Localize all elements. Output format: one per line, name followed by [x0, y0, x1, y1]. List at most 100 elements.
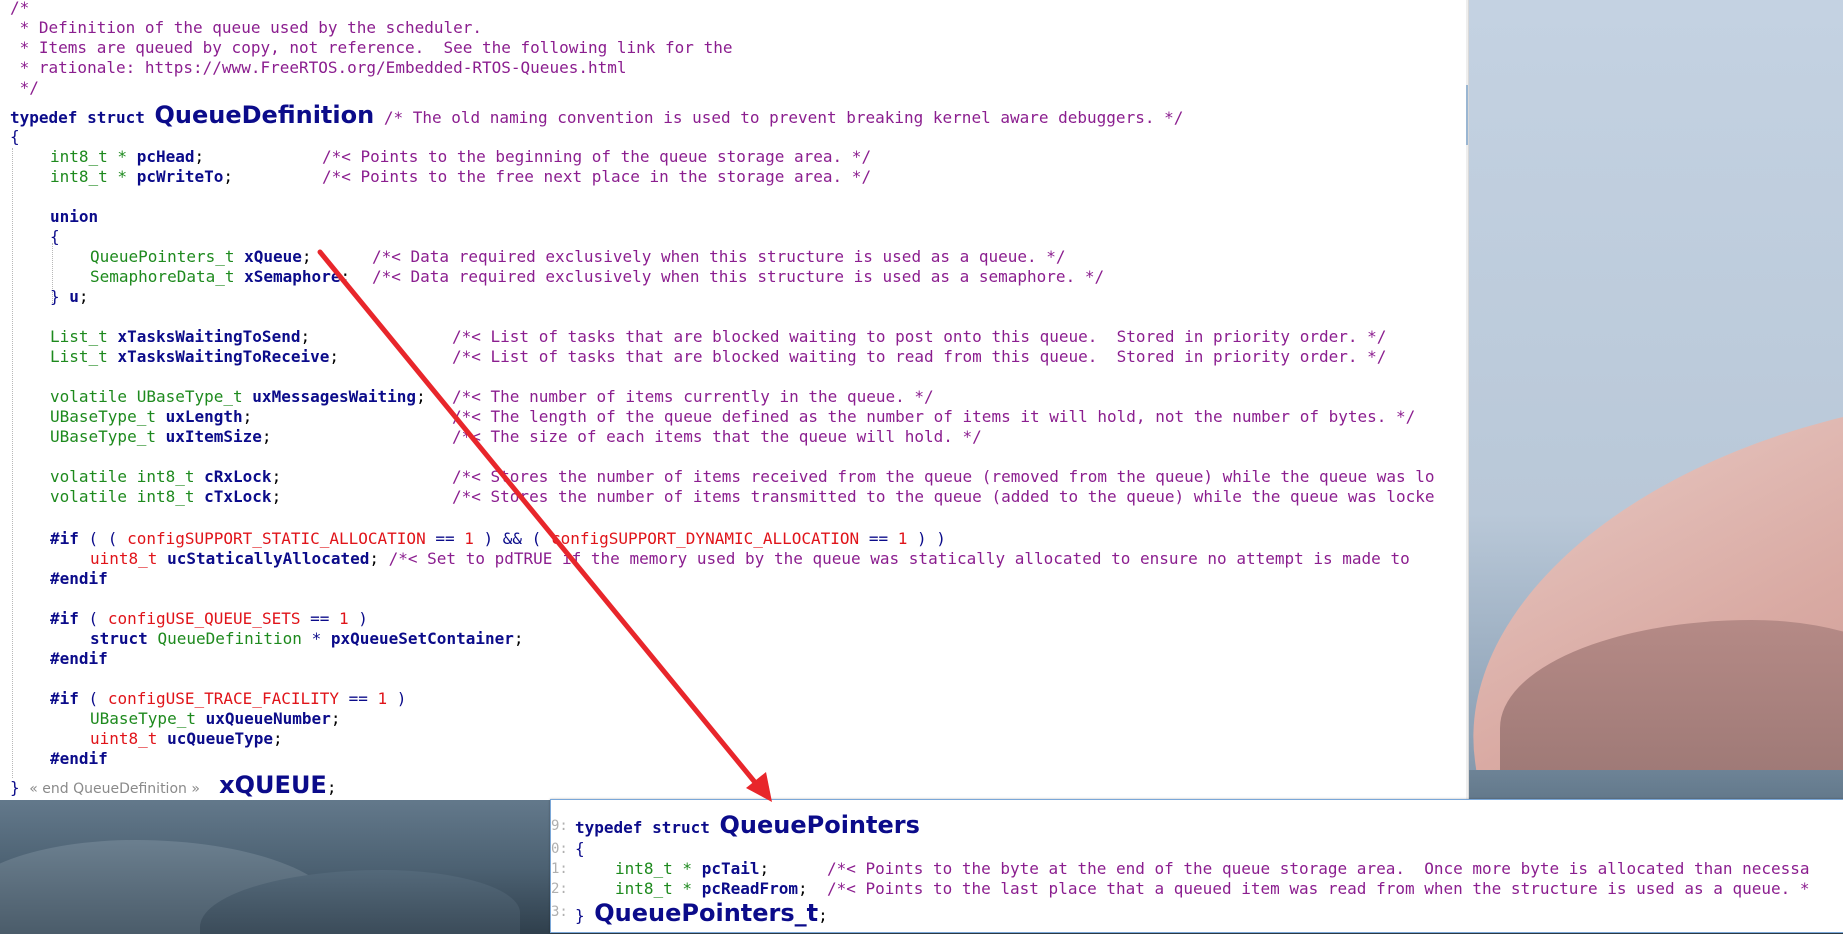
macro-name[interactable]: configSUPPORT_DYNAMIC_ALLOCATION [551, 529, 859, 548]
code-line-typedef: typedef struct QueueDefinition /* The ol… [10, 102, 1183, 128]
type-name: UBaseType_t [90, 709, 206, 728]
macro-name[interactable]: configUSE_TRACE_FACILITY [108, 689, 339, 708]
code-line-member: int8_t * pcWriteTo; [50, 167, 233, 187]
type-name: UBaseType_t [50, 427, 166, 446]
code-line-brace: { [10, 127, 20, 146]
member-comment: /*< The length of the queue defined as t… [452, 407, 1416, 426]
punctuation: ; [242, 407, 253, 426]
punctuation: ; [340, 267, 351, 286]
member-name[interactable]: xTasksWaitingToReceive [117, 347, 329, 366]
code-line-typedef: typedef struct QueuePointers [575, 812, 920, 838]
type-name: QueueDefinition [157, 629, 302, 648]
code-line-member: struct QueueDefinition * pxQueueSetConta… [90, 629, 524, 649]
member-name[interactable]: pcHead [137, 147, 195, 166]
punctuation: ; [78, 287, 89, 306]
member-name[interactable]: ucStaticallyAllocated [167, 549, 369, 568]
code-line-brace: { [50, 227, 60, 246]
punctuation: ; [326, 778, 337, 797]
member-comment: /*< The number of items currently in the… [452, 387, 934, 406]
code-line-member: UBaseType_t uxItemSize; [50, 427, 272, 447]
preprocessor-endif: #endif [50, 649, 108, 668]
punctuation: ; [329, 347, 339, 366]
member-name[interactable]: uxMessagesWaiting [252, 387, 416, 406]
preprocessor-if: #if [50, 689, 79, 708]
brace: } [10, 778, 30, 797]
brace: } [575, 906, 595, 925]
type-name: int8_t * [50, 147, 137, 166]
code-line-struct-end: } « end QueueDefinition » xQUEUE; [10, 772, 336, 798]
operator: == [300, 609, 339, 628]
punctuation: ( [78, 609, 108, 628]
fold-end-label[interactable]: « end QueueDefinition » [29, 781, 200, 797]
punctuation: ; [759, 859, 770, 878]
code-editor-main[interactable]: /* * Definition of the queue used by the… [0, 0, 1469, 800]
punctuation: ; [416, 387, 426, 406]
code-line-member: SemaphoreData_t xSemaphore; [90, 267, 350, 287]
member-name[interactable]: uxItemSize [166, 427, 262, 446]
member-name[interactable]: cTxLock [204, 487, 271, 506]
member-name[interactable]: pxQueueSetContainer [331, 629, 514, 648]
keyword-struct: struct [90, 629, 158, 648]
typedef-name[interactable]: QueuePointers_t [594, 899, 818, 927]
preprocessor-if: #if [50, 609, 79, 628]
number: 1 [339, 609, 349, 628]
operator: == [859, 529, 898, 548]
macro-name[interactable]: configSUPPORT_STATIC_ALLOCATION [127, 529, 426, 548]
keyword-typedef: typedef struct [575, 818, 720, 837]
code-line-member: volatile UBaseType_t uxMessagesWaiting; [50, 387, 426, 407]
member-name[interactable]: xSemaphore [244, 267, 340, 286]
punctuation: ; [818, 906, 828, 925]
preprocessor-if: #if [50, 529, 79, 548]
struct-name[interactable]: QueueDefinition [155, 101, 375, 129]
member-comment: /*< Data required exclusively when this … [372, 267, 1105, 286]
member-name[interactable]: xQueue [244, 247, 302, 266]
code-line-preprocessor: #if ( ( configSUPPORT_STATIC_ALLOCATION … [50, 529, 946, 549]
member-comment: /*< Stores the number of items received … [452, 467, 1435, 486]
type-name: List_t [50, 327, 118, 346]
editor-scroll-thumb[interactable] [1466, 85, 1468, 145]
code-line-member: uint8_t ucQueueType; [90, 729, 283, 749]
code-line-member: List_t xTasksWaitingToReceive; [50, 347, 339, 367]
member-comment: /*< List of tasks that are blocked waiti… [452, 327, 1387, 346]
member-name[interactable]: uxQueueNumber [206, 709, 331, 728]
macro-name[interactable]: configUSE_QUEUE_SETS [108, 609, 301, 628]
member-name[interactable]: xTasksWaitingToSend [117, 327, 300, 346]
operator: == [339, 689, 378, 708]
preprocessor-endif: #endif [50, 569, 108, 588]
code-line-member: volatile int8_t cTxLock; [50, 487, 281, 507]
member-name[interactable]: pcTail [702, 859, 760, 878]
code-line-member: int8_t * pcHead; [50, 147, 204, 167]
code-line-preprocessor: #if ( configUSE_TRACE_FACILITY == 1 ) [50, 689, 406, 709]
number: 1 [897, 529, 908, 548]
number: 1 [377, 689, 388, 708]
member-name[interactable]: pcWriteTo [137, 167, 224, 186]
comment-line: * Definition of the queue used by the sc… [10, 18, 483, 37]
member-name[interactable]: u [69, 287, 79, 306]
line-number: 3: [551, 904, 568, 920]
code-editor-popup[interactable]: 9: 0: 1: 2: 3: typedef struct QueuePoint… [550, 799, 1843, 933]
code-line-union-close: } u; [50, 287, 89, 307]
type-name: int8_t * [50, 167, 137, 186]
punctuation: ; [223, 167, 234, 186]
inline-comment: /* The old naming convention is used to … [374, 108, 1184, 127]
member-name[interactable]: cRxLock [204, 467, 271, 486]
member-comment: /*< Stores the number of items transmitt… [452, 487, 1435, 506]
code-line-brace: { [575, 839, 585, 858]
operator: * [301, 629, 331, 648]
type-name: QueuePointers_t [90, 247, 245, 266]
type-name: volatile int8_t [50, 467, 205, 486]
punctuation: ; [300, 327, 311, 346]
member-name[interactable]: pcReadFrom [702, 879, 798, 898]
type-name: uint8_t [90, 549, 168, 568]
member-comment: /*< List of tasks that are blocked waiti… [452, 347, 1387, 366]
punctuation: ; [330, 709, 341, 728]
code-line-member: UBaseType_t uxLength; [50, 407, 252, 427]
typedef-name[interactable]: xQUEUE [219, 771, 327, 799]
type-name: UBaseType_t [50, 407, 166, 426]
member-name[interactable]: uxLength [166, 407, 243, 426]
punctuation: ; [273, 729, 283, 748]
member-name[interactable]: ucQueueType [167, 729, 273, 748]
type-name: volatile UBaseType_t [50, 387, 253, 406]
member-comment: /*< The size of each items that the queu… [452, 427, 982, 446]
struct-name[interactable]: QueuePointers [720, 811, 920, 839]
